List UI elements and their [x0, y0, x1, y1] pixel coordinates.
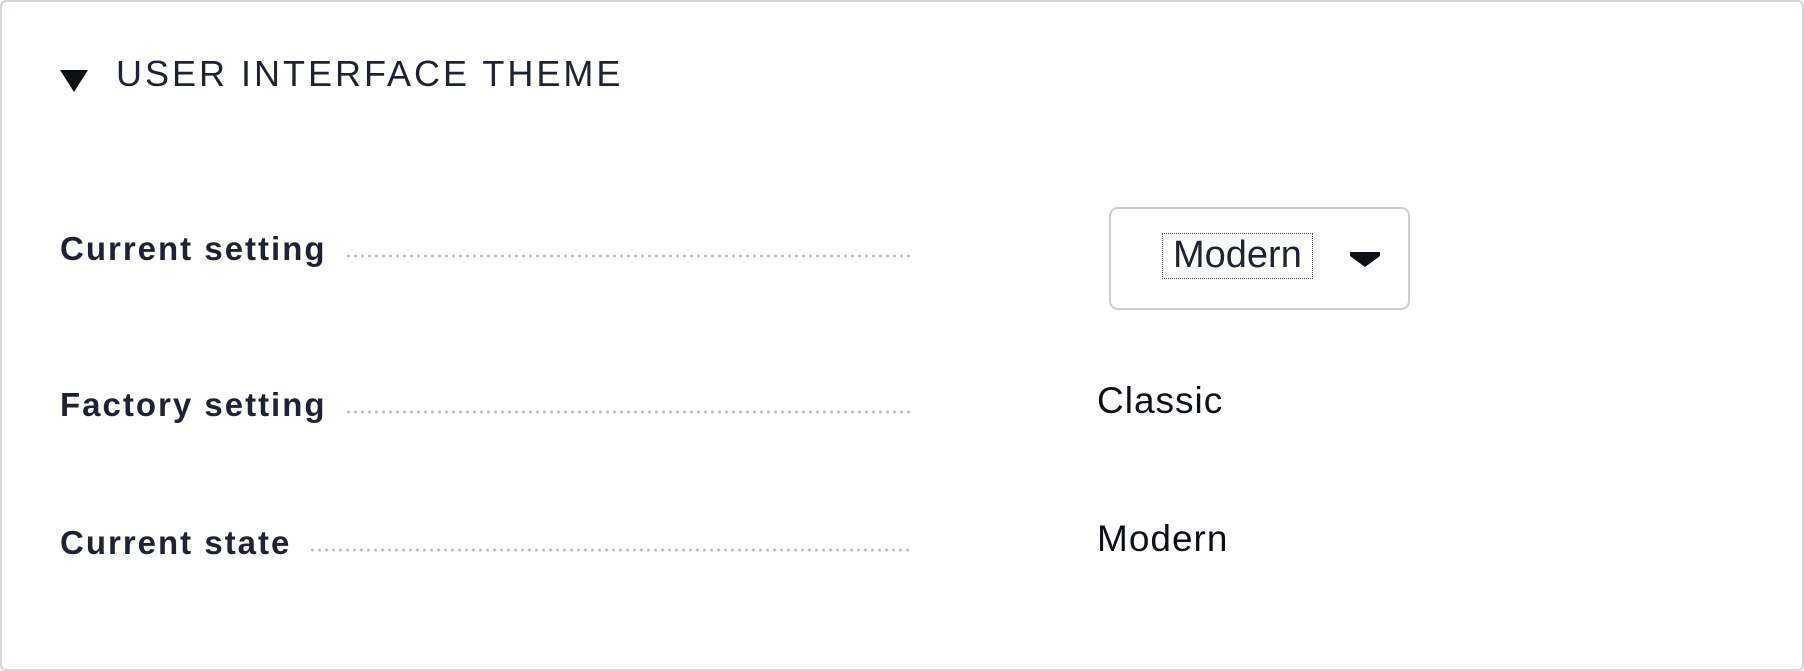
theme-select-value[interactable]: Modern [1162, 233, 1313, 279]
theme-settings-panel: USER INTERFACE THEME Current setting Mod… [0, 0, 1804, 671]
current-setting-row: Current setting [60, 224, 910, 274]
factory-setting-row: Factory setting [60, 380, 910, 430]
dotted-leader [344, 254, 910, 258]
factory-setting-value: Classic [1097, 380, 1224, 421]
section-header-toggle[interactable]: USER INTERFACE THEME [60, 50, 623, 98]
current-setting-label: Current setting [60, 230, 327, 267]
current-state-row: Current state [60, 518, 910, 568]
factory-setting-label: Factory setting [60, 386, 327, 423]
current-state-value: Modern [1097, 518, 1229, 559]
current-state-label: Current state [60, 524, 292, 561]
caret-down-icon[interactable] [1350, 252, 1380, 267]
section-title: USER INTERFACE THEME [116, 53, 624, 94]
triangle-down-icon[interactable] [60, 70, 88, 92]
dotted-leader [344, 410, 910, 414]
dotted-leader [309, 548, 910, 552]
theme-select[interactable]: Modern [1109, 207, 1410, 310]
